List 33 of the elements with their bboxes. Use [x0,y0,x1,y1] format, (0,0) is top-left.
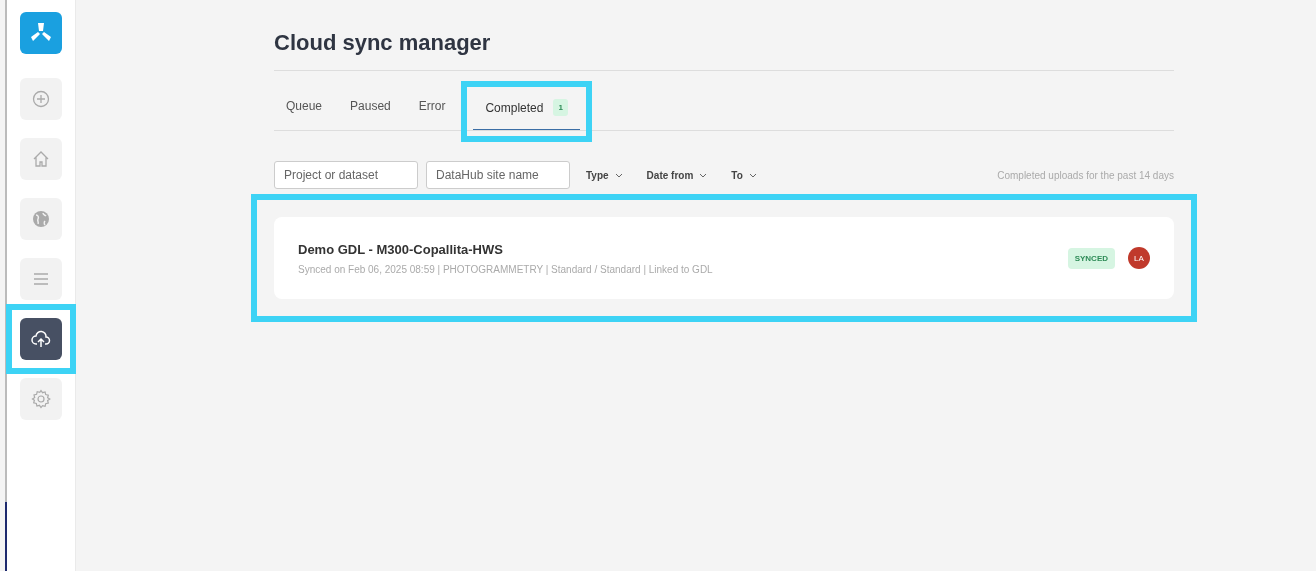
count-badge: 1 [553,99,568,116]
home-nav-button[interactable] [20,138,62,180]
add-nav-button[interactable] [20,78,62,120]
caret-icon [699,172,708,178]
cloud-upload-icon [31,330,51,348]
filter-note: Completed uploads for the past 14 days [997,169,1174,181]
menu-icon [32,270,50,288]
search-field[interactable]: Project or dataset [274,161,418,189]
caret-icon [748,172,757,178]
plus-circle-icon [32,90,50,108]
filter-dropdown[interactable]: Date from [638,169,716,181]
tab[interactable]: Paused [338,93,403,127]
upload-title: Demo GDL - M300-Copallita-HWS [298,241,504,257]
caret-icon [614,172,623,178]
tab[interactable]: Queue [274,93,335,127]
upload-card[interactable]: Demo GDL - M300-Copallita-HWS Synced on Feb 06, 2025 08:59 | PHOTOGRAMMETRY | Standard / Standard | Linked to GDL SYNCED LA [274,217,1174,299]
tab[interactable]: Completed 1 [473,93,580,130]
list-nav-button[interactable] [20,258,62,300]
avatar: LA [1128,247,1150,269]
search-field[interactable]: DataHub site name [426,161,570,189]
globe-nav-button[interactable] [20,198,62,240]
globe-icon [32,210,50,228]
filter-dropdown[interactable]: To [723,169,765,181]
tab[interactable]: Error [406,93,458,127]
filter-dropdown[interactable]: Type [578,169,631,181]
logo-icon[interactable] [20,12,62,54]
status-badge: SYNCED [1067,247,1115,269]
upload-nav-button[interactable] [20,318,62,360]
settings-icon [31,389,51,409]
settings-nav-button[interactable] [20,378,62,420]
page-title: Cloud sync manager [274,30,1174,71]
upload-details: Synced on Feb 06, 2025 08:59 | PHOTOGRAMMETRY | Standard / Standard | Linked to GDL [298,263,714,275]
home-icon [32,150,50,168]
